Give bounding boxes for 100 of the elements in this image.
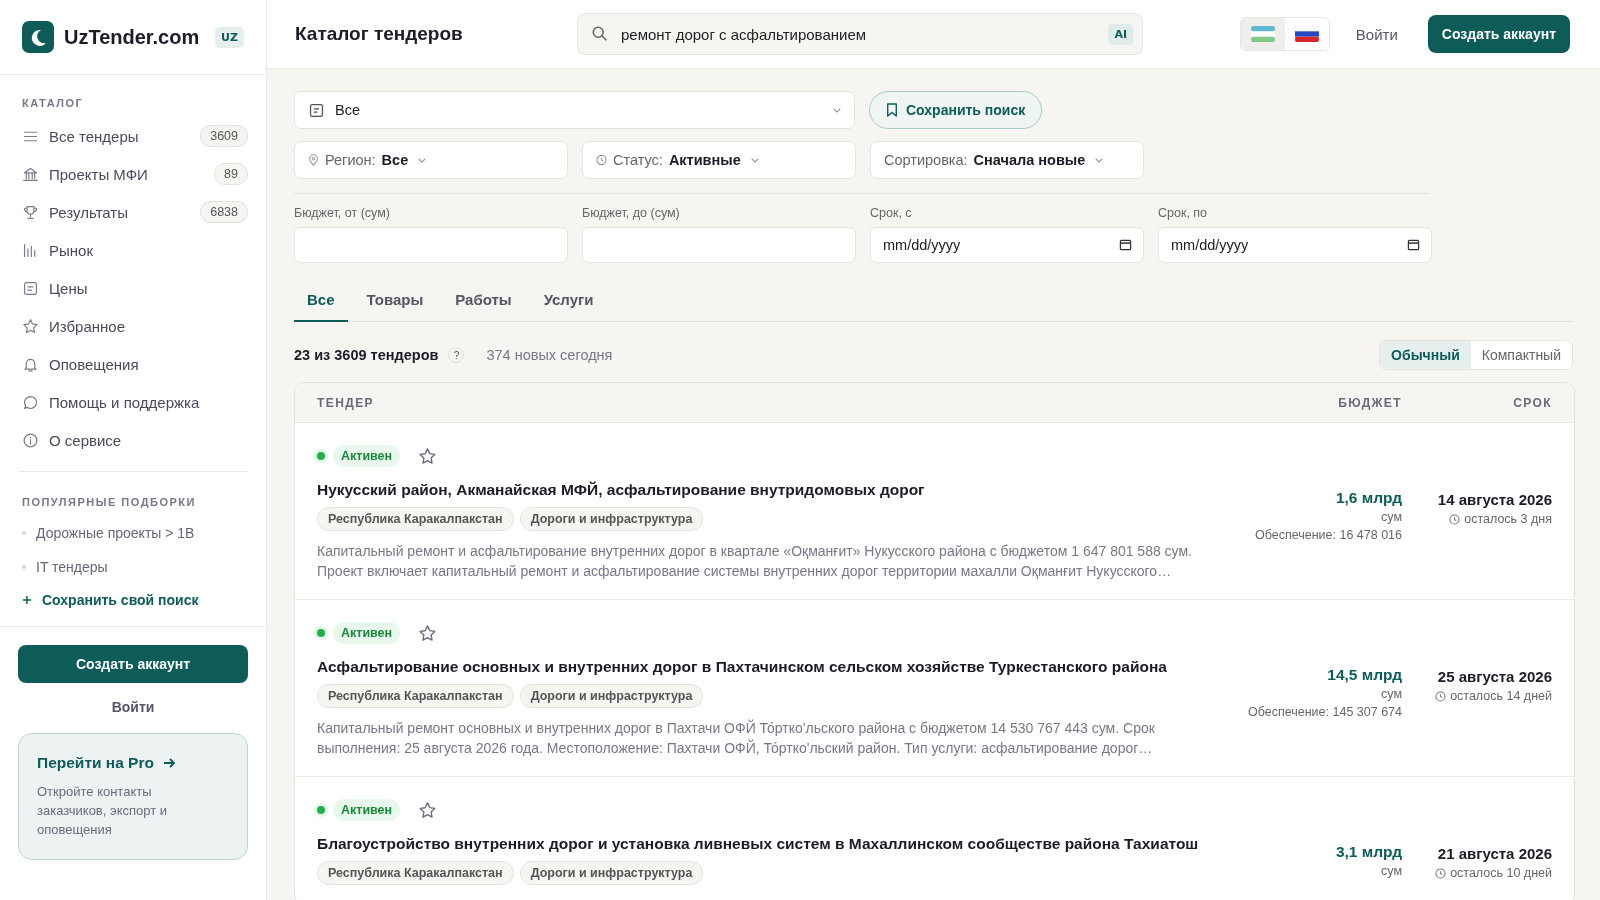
sidebar-item[interactable]: Проекты МФИ 89 — [22, 155, 248, 193]
sidebar-item[interactable]: Избранное — [22, 307, 248, 345]
status-dot — [317, 452, 325, 460]
tender-title[interactable]: Благоустройство внутренних дорог и установка ливневых систем в Махаллинском сообществе района Тахиатош — [317, 835, 1232, 853]
upgrade-link[interactable]: Перейти на Pro — [37, 754, 229, 772]
time-remaining: осталось 3 дня — [1464, 512, 1552, 526]
tag: Дороги и инфраструктура — [519, 861, 704, 885]
info-icon — [22, 431, 39, 449]
arrow-icon — [161, 756, 176, 770]
filter-select[interactable]: Статус: Активные — [582, 141, 856, 179]
sidebar-item[interactable]: О сервисе — [22, 421, 248, 459]
budget-amount: 14,5 млрд — [1327, 666, 1402, 684]
time-remaining: осталось 10 дней — [1450, 866, 1552, 880]
input-field[interactable] — [582, 227, 856, 263]
clock-icon — [596, 154, 607, 166]
budget-amount: 3,1 млрд — [1335, 843, 1402, 861]
status-badge: Активен — [333, 445, 401, 467]
field-label: Бюджет, от (сум) — [294, 206, 391, 220]
calendar-icon — [1119, 238, 1132, 251]
star-icon[interactable] — [418, 800, 438, 820]
star-icon — [22, 317, 39, 335]
tender-title[interactable]: Асфальтирование основных и внутренних дорог в Пахтачинском сельском хозяйстве Туркестанского района — [317, 658, 1232, 676]
bookmark-icon — [886, 103, 898, 117]
field-label: Бюджет, до (сум) — [582, 206, 681, 220]
date-field[interactable]: mm/dd/yyyy — [1158, 227, 1432, 263]
plus-icon — [22, 595, 32, 605]
column-header: ТЕНДЕР — [317, 395, 375, 410]
tag: Дороги и инфраструктура — [519, 507, 704, 531]
sidebar-item[interactable]: Помощь и поддержка — [22, 383, 248, 421]
bank-icon — [22, 165, 39, 183]
save-search-link[interactable]: Сохранить свой поиск — [22, 592, 248, 608]
status-badge: Активен — [333, 799, 401, 821]
sidebar-item[interactable]: Рынок — [22, 231, 248, 269]
clock-icon — [1435, 867, 1447, 879]
column-header: БЮДЖЕТ — [1337, 395, 1402, 410]
filter-select[interactable]: Регион: Все — [294, 141, 568, 179]
sidebar-item[interactable]: Все тендеры 3609 — [22, 117, 248, 155]
flag-icon — [1250, 26, 1275, 42]
create-account-button[interactable]: Создать аккаунт — [18, 645, 248, 683]
pin-icon — [308, 154, 319, 166]
document-icon — [22, 279, 39, 297]
brand-name[interactable]: UzTender.com — [64, 25, 206, 49]
chevron-icon — [1095, 157, 1104, 163]
tender-description: Капитальный ремонт и асфальтирование внутренних дорог в квартале «Оқманғит» Нукусского района с бюджетом 1 647 801 588 сум. Проект включает капитальный ремонт и асфальтирование системы внутренних дорог территории махалли Оқманғит Нукусского… — [317, 542, 1193, 581]
collection-link[interactable]: IT тендеры — [36, 559, 108, 575]
chevron-icon — [418, 157, 427, 163]
star-icon[interactable] — [418, 446, 438, 466]
currency: сум — [1381, 510, 1402, 524]
tender-description: Капитальный ремонт основных и внутренних дорог в Пахтачи ОФЙ То́ртко'льского района с бюджетом 14 530 767 443 сум. Срок выполнения: 25 августа 2026 года. Местоположение: Пахтачи ОФЙ, То́ртко'льский район. Тип услуги: асфальтирование дорог… — [317, 718, 1156, 758]
time-remaining: осталось 14 дней — [1450, 689, 1552, 703]
date-field[interactable]: mm/dd/yyyy — [870, 227, 1144, 263]
status-dot — [317, 629, 325, 637]
result-count: 23 из 3609 тендеров — [294, 347, 439, 363]
create-account-button[interactable]: Создать аккаунт — [1427, 15, 1570, 53]
new-today-count: 374 новых сегодня — [486, 347, 613, 363]
search-icon — [591, 25, 609, 43]
login-link[interactable]: Войти — [1355, 25, 1398, 43]
section-heading: КАТАЛОГ — [22, 97, 85, 109]
tab[interactable]: Товары — [353, 281, 437, 322]
sidebar-item[interactable]: Оповещения — [22, 345, 248, 383]
sidebar-item[interactable]: Цены — [22, 269, 248, 307]
field-label: Срок, по — [1158, 206, 1209, 220]
collection-link[interactable]: Дорожные проекты > 1B — [36, 525, 195, 541]
calendar-icon — [1407, 238, 1420, 251]
ai-badge: AI — [1108, 24, 1133, 45]
security-amount: Обеспечение: 16 478 016 — [1254, 528, 1402, 542]
save-search-button[interactable]: Сохранить поиск — [869, 91, 1043, 129]
currency: сум — [1381, 687, 1402, 701]
language-badge[interactable]: UZ — [215, 26, 244, 48]
sidebar-item[interactable]: Результаты 6838 — [22, 193, 248, 231]
tag: Республика Каракалпакстан — [317, 684, 514, 708]
tender-title[interactable]: Нукусский район, Акманайская МФЙ, асфальтирование внутридомовых дорог — [317, 481, 1232, 499]
chevron-icon — [833, 107, 841, 113]
logo-icon — [22, 21, 54, 53]
view-option[interactable]: Обычный — [1380, 341, 1471, 369]
security-amount: Обеспечение: 145 307 674 — [1248, 705, 1402, 719]
flag-icon — [1294, 26, 1319, 42]
deadline-date: 21 августа 2026 — [1437, 845, 1552, 862]
bullet-icon — [22, 565, 26, 569]
count-badge: 3609 — [200, 125, 248, 147]
tag: Республика Каракалпакстан — [317, 861, 514, 885]
tab[interactable]: Все — [294, 281, 348, 322]
section-heading: ПОПУЛЯРНЫЕ ПОДБОРКИ — [22, 496, 197, 508]
tag: Республика Каракалпакстан — [317, 507, 514, 531]
clock-icon — [1435, 690, 1447, 702]
trophy-icon — [22, 203, 39, 221]
tab[interactable]: Услуги — [530, 281, 607, 322]
count-badge: 6838 — [200, 201, 248, 223]
column-header: СРОК — [1512, 395, 1552, 410]
status-dot — [317, 806, 325, 814]
category-select[interactable]: Все — [294, 91, 855, 129]
document-icon — [308, 101, 325, 119]
count-badge: 89 — [214, 163, 248, 185]
login-link[interactable]: Войти — [18, 699, 248, 715]
star-icon[interactable] — [418, 623, 438, 643]
tab[interactable]: Работы — [442, 281, 525, 322]
status-badge: Активен — [333, 622, 401, 644]
filter-select[interactable]: Сортировка: Сначала новые — [870, 141, 1144, 179]
input-field[interactable] — [294, 227, 568, 263]
chat-icon — [22, 393, 39, 411]
